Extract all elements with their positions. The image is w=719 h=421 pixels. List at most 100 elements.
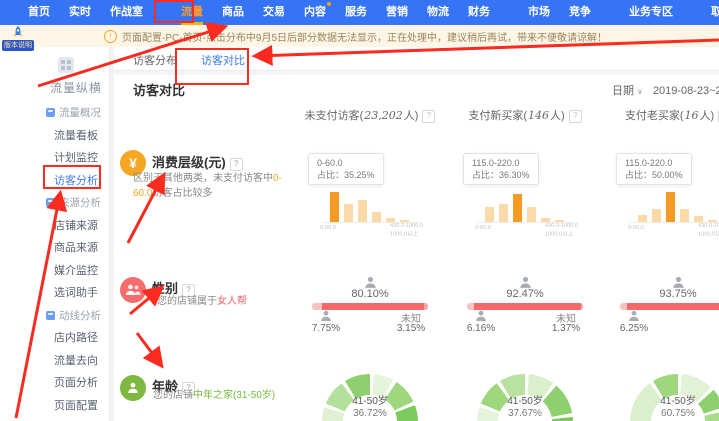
column-header[interactable]: 支付新买家(146人)? xyxy=(445,107,605,123)
unknown-percent: 3.15% xyxy=(388,323,434,334)
axis-tick: 0-60.0 xyxy=(628,225,644,231)
nav-item-9[interactable]: 物流 xyxy=(427,0,449,25)
date-filter[interactable]: 日期∨2019-08-23~20 xyxy=(612,82,719,98)
notification-dot xyxy=(327,2,331,6)
female-percent: 93.75% xyxy=(598,288,719,300)
nav-item-2[interactable]: 作战室 xyxy=(110,0,143,25)
help-icon[interactable]: ? xyxy=(569,110,582,123)
bar xyxy=(680,209,689,222)
nav-item-5[interactable]: 交易 xyxy=(263,0,285,25)
chevron-down-icon: ∨ xyxy=(637,87,643,96)
date-range-value: 2019-08-23~20 xyxy=(653,85,719,97)
bar-tooltip: 115.0-220.0占比：50.00% xyxy=(616,153,692,185)
gender-bar-segment xyxy=(627,303,719,310)
column-header[interactable]: 支付老买家(16人)? xyxy=(598,107,719,123)
sidebar-item-13[interactable]: 页面配置 xyxy=(40,395,109,418)
nav-item-0[interactable]: 首页 xyxy=(28,0,50,25)
app-window: 首页实时作战室流量商品交易内容服务营销物流财务市场竞争业务专区取数学院 ! 页面… xyxy=(0,0,719,421)
sidebar-item-9[interactable]: 动线分析 xyxy=(40,305,109,328)
sidebar-item-0[interactable]: 流量概况 xyxy=(40,102,109,125)
help-icon[interactable]: ? xyxy=(422,110,435,123)
female-percent: 92.47% xyxy=(445,288,605,300)
axis-tick: 1000.0以上 xyxy=(698,230,719,238)
axis-tick: 1000.0以上 xyxy=(390,230,418,238)
sidebar-item-3[interactable]: 访客分析 xyxy=(40,170,109,193)
bar xyxy=(344,204,353,222)
male-person-icon xyxy=(320,310,332,322)
sidebar-item-5[interactable]: 店铺来源 xyxy=(40,215,109,238)
bar xyxy=(330,192,339,222)
notice-bar: ! 页面配置-PC-首页-点击分布中9月5日后部分数据无法显示，正在处理中，建议… xyxy=(0,25,719,47)
male-percent: 6.25% xyxy=(610,323,658,334)
sidebar-item-7[interactable]: 媒介监控 xyxy=(40,260,109,283)
nav-item-14[interactable]: 取数 xyxy=(711,0,719,25)
nav-item-13[interactable]: 业务专区 xyxy=(629,0,673,25)
bar xyxy=(372,212,381,222)
axis-tick: 0-60.0 xyxy=(475,225,491,231)
sidebar-item-2[interactable]: 计划监控 xyxy=(40,147,109,170)
sidebar-item-4[interactable]: 来源分析 xyxy=(40,192,109,215)
gender-icon xyxy=(120,277,146,303)
gender-bar-segment xyxy=(312,303,322,310)
gender-bar-segment xyxy=(322,303,424,310)
age-top-label: 41-50岁 xyxy=(290,392,450,407)
female-percent: 80.10% xyxy=(290,288,450,300)
nav-item-4[interactable]: 商品 xyxy=(222,0,244,25)
gender-bar xyxy=(467,303,583,310)
sidebar-item-1[interactable]: 流量看板 xyxy=(40,125,109,148)
age-top-value: 36.72% xyxy=(290,408,450,419)
age-top-value: 37.67% xyxy=(445,408,605,419)
bar xyxy=(499,204,508,222)
bar xyxy=(358,200,367,222)
nav-item-10[interactable]: 财务 xyxy=(468,0,490,25)
axis-tick: 430.0-1000.0 xyxy=(545,223,578,229)
help-icon[interactable]: ? xyxy=(230,158,243,171)
axis-tick: 1000.0以上 xyxy=(545,230,573,238)
bar xyxy=(652,209,661,222)
gender-bar-segment xyxy=(581,303,583,310)
gender-bar xyxy=(312,303,428,310)
gender-bar-segment xyxy=(620,303,627,310)
bar xyxy=(638,215,647,222)
nav-item-8[interactable]: 营销 xyxy=(386,0,408,25)
nav-item-3[interactable]: 流量 xyxy=(181,0,203,25)
consume-section-desc: 区别于其他两类，未支付访客中0-60.0访客占比较多 xyxy=(133,171,285,201)
sidebar-item-6[interactable]: 商品来源 xyxy=(40,237,109,260)
nav-item-12[interactable]: 竞争 xyxy=(569,0,591,25)
age-top-label: 41-50岁 xyxy=(445,392,605,407)
male-percent: 7.75% xyxy=(302,323,350,334)
sidebar-item-12[interactable]: 页面分析 xyxy=(40,372,109,395)
column-new-buyers: 支付新买家(146人)? 115.0-220.0占比：36.30% 0-60.0… xyxy=(445,107,605,421)
page-title: 访客对比 xyxy=(133,80,185,99)
sidebar-title: 流量纵横 xyxy=(50,79,109,96)
nav-item-1[interactable]: 实时 xyxy=(69,0,91,25)
bar xyxy=(527,207,536,222)
folder-icon xyxy=(46,311,55,320)
gender-bar-segment xyxy=(467,303,474,310)
column-old-buyers: 支付老买家(16人)? 115.0-220.0占比：50.00% 0-60.0 … xyxy=(598,107,719,421)
notice-text: 页面配置-PC-首页-点击分布中9月5日后部分数据无法显示，正在处理中，建议稍后… xyxy=(122,29,607,44)
bar-tooltip: 115.0-220.0占比：36.30% xyxy=(463,153,539,185)
sidebar-item-10[interactable]: 店内路径 xyxy=(40,327,109,350)
column-unpaid-visitors: 未支付访客(23,202人)? 0-60.0占比：35.25% 0-60.0 4… xyxy=(290,107,450,421)
nav-item-7[interactable]: 服务 xyxy=(345,0,367,25)
male-person-icon xyxy=(475,310,487,322)
consume-bar-chart xyxy=(485,188,564,222)
column-header[interactable]: 未支付访客(23,202人)? xyxy=(290,107,450,123)
axis-tick: 430.0-1000.0 xyxy=(698,223,719,229)
version-badge[interactable]: 版本说明 xyxy=(2,26,34,51)
male-percent: 6.16% xyxy=(457,323,505,334)
nav-item-6[interactable]: 内容 xyxy=(304,0,326,25)
age-icon xyxy=(120,375,146,401)
folder-icon xyxy=(46,108,55,117)
gender-section-desc: 您的店铺属于女人帮 xyxy=(157,294,247,309)
male-person-icon xyxy=(628,310,640,322)
gender-bar xyxy=(620,303,719,310)
unknown-percent: 1.37% xyxy=(543,323,589,334)
main-panel: 访客分布 访客对比 访客对比 日期∨2019-08-23~20 ¥ 消费层级(元… xyxy=(114,47,719,421)
sidebar-item-8[interactable]: 选词助手 xyxy=(40,282,109,305)
sidebar-item-11[interactable]: 流量去向 xyxy=(40,350,109,373)
rocket-icon xyxy=(12,26,24,39)
nav-item-11[interactable]: 市场 xyxy=(528,0,550,25)
age-section-desc: 您的店铺中年之家(31-50岁) xyxy=(153,388,275,403)
